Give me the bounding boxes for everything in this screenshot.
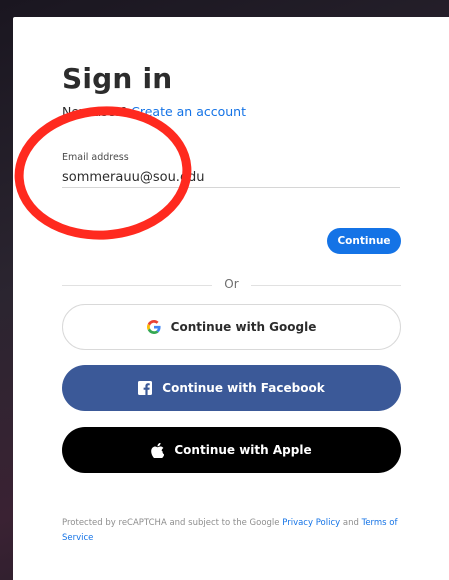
- recaptcha-text: Protected by reCAPTCHA and subject to th…: [62, 518, 280, 528]
- new-user-text: New user?: [62, 104, 128, 119]
- google-logo-icon: [146, 320, 161, 334]
- divider-line-left: [62, 285, 212, 286]
- signin-card: Sign in New user? Create an account Emai…: [13, 17, 449, 580]
- apple-logo-icon: [151, 442, 165, 458]
- email-label: Email address: [62, 152, 129, 163]
- continue-button[interactable]: Continue: [327, 228, 401, 254]
- continue-with-google-button[interactable]: Continue with Google: [62, 304, 401, 350]
- page-title: Sign in: [62, 62, 173, 95]
- facebook-logo-icon: [138, 381, 153, 395]
- create-account-link[interactable]: Create an account: [131, 104, 246, 119]
- apple-button-label: Continue with Apple: [174, 443, 312, 457]
- email-field[interactable]: [62, 167, 400, 188]
- or-label: Or: [224, 277, 239, 291]
- or-divider: Or: [62, 277, 401, 293]
- privacy-policy-link[interactable]: Privacy Policy: [282, 518, 340, 528]
- new-user-row: New user? Create an account: [62, 104, 246, 119]
- recaptcha-notice: Protected by reCAPTCHA and subject to th…: [62, 516, 407, 546]
- google-button-label: Continue with Google: [170, 320, 317, 334]
- and-text: and: [342, 518, 359, 528]
- facebook-button-label: Continue with Facebook: [162, 381, 325, 395]
- divider-line-right: [251, 285, 401, 286]
- continue-with-facebook-button[interactable]: Continue with Facebook: [62, 365, 401, 411]
- continue-with-apple-button[interactable]: Continue with Apple: [62, 427, 401, 473]
